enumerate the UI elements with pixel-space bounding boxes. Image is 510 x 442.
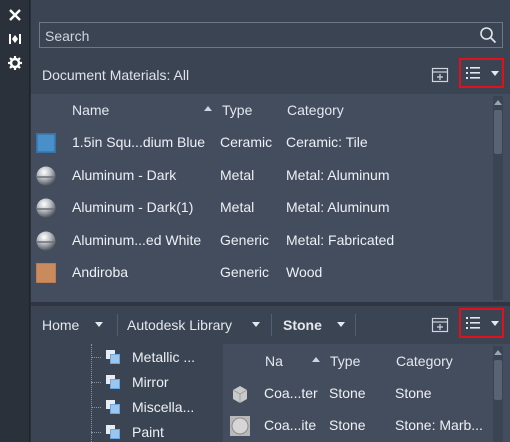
list-view-icon[interactable]	[465, 312, 487, 334]
tree-connector	[91, 382, 101, 383]
create-material-icon[interactable]	[429, 314, 451, 336]
breadcrumb-home[interactable]: Home	[42, 317, 79, 333]
material-name: Aluminum - Dark	[72, 166, 177, 183]
breadcrumb-library[interactable]: Autodesk Library	[127, 317, 232, 333]
scroll-up-icon[interactable]	[494, 100, 502, 105]
document-materials-header: Document Materials: All	[31, 58, 510, 92]
table-row[interactable]: Coa...ter Stone Stone	[223, 378, 491, 410]
material-type: Metal	[220, 166, 255, 183]
sort-ascending-icon	[312, 357, 320, 362]
material-category: Metal: Aluminum	[286, 199, 390, 215]
search-placeholder: Search	[45, 28, 90, 44]
chevron-down-icon[interactable]	[95, 322, 103, 327]
sort-ascending-icon	[204, 106, 212, 111]
material-category: Stone: Marb...	[395, 417, 483, 433]
folder-icon	[105, 424, 121, 440]
column-header-category[interactable]: Category	[396, 353, 453, 369]
material-category: Wood	[286, 264, 323, 280]
material-type: Generic	[220, 264, 270, 280]
tree-item-label: Metallic ...	[132, 349, 196, 365]
material-swatch-icon	[36, 166, 56, 186]
material-category: Ceramic: Tile	[286, 134, 368, 150]
tree-item[interactable]: Paint	[91, 421, 221, 442]
collapse-icon[interactable]	[7, 31, 23, 47]
folder-icon	[105, 374, 121, 390]
material-swatch-icon	[230, 384, 250, 404]
material-swatch-icon	[230, 416, 250, 436]
search-icon[interactable]	[479, 26, 497, 44]
table-row[interactable]: Aluminum - Dark Metal Metal: Aluminum	[31, 160, 491, 193]
settings-icon[interactable]	[7, 55, 23, 71]
chevron-down-icon[interactable]	[491, 71, 499, 76]
tree-item-label: Miscella...	[132, 399, 195, 415]
scroll-thumb[interactable]	[494, 110, 502, 154]
material-name: Coa...ite	[264, 417, 317, 433]
document-materials-table: Name Type Category 1.5in Squ...dium Blue…	[31, 94, 510, 302]
tree-item-label: Paint	[132, 424, 164, 440]
breadcrumb-divider	[117, 314, 118, 336]
scroll-up-icon[interactable]	[494, 350, 502, 355]
breadcrumb-divider	[355, 314, 356, 336]
library-scrollbar[interactable]	[493, 346, 503, 442]
library-tree: Metallic ... Mirror Miscella... Paint	[31, 344, 219, 442]
chevron-down-icon[interactable]	[252, 322, 260, 327]
material-name: Andiroba	[72, 264, 129, 280]
material-name: Aluminum...ed White	[72, 231, 202, 248]
table-row[interactable]: Coa...ite Stone Stone: Marb...	[223, 410, 491, 442]
library-breadcrumb-bar: Home Autodesk Library Stone	[31, 306, 510, 344]
chevron-down-icon[interactable]	[337, 322, 345, 327]
column-header-category[interactable]: Category	[287, 102, 344, 118]
table-row[interactable]: 1.5in Squ...dium Blue Ceramic Ceramic: Til…	[31, 127, 491, 160]
material-name: Coa...ter	[264, 385, 318, 401]
palette-strip	[0, 0, 30, 442]
table-header: Name Type Category	[31, 94, 491, 126]
column-header-name[interactable]: Na	[265, 353, 283, 369]
table-row[interactable]: Aluminum - Dark(1) Metal Metal: Aluminum	[31, 192, 491, 225]
material-swatch-icon	[36, 231, 56, 251]
document-materials-title: Document Materials: All	[42, 67, 190, 83]
column-header-name[interactable]: Name	[72, 102, 109, 118]
list-view-icon[interactable]	[465, 62, 487, 84]
material-type: Stone	[329, 385, 366, 401]
tree-item[interactable]: Metallic ...	[91, 346, 221, 368]
table-row[interactable]: Aluminum...ed White Generic Metal: Fabrica…	[31, 225, 491, 258]
tree-connector	[91, 357, 101, 358]
material-swatch-icon	[35, 262, 57, 284]
material-type: Ceramic	[220, 134, 273, 150]
tree-item[interactable]: Miscella...	[91, 396, 221, 418]
material-category: Stone	[395, 385, 432, 401]
material-type: Stone	[329, 417, 366, 433]
materials-browser-panel: Search Document Materials: All Name Type…	[31, 0, 510, 442]
table-row[interactable]: Andiroba Generic Wood	[31, 257, 491, 290]
material-category: Metal: Fabricated	[286, 231, 395, 248]
chevron-down-icon[interactable]	[491, 321, 499, 326]
breadcrumb-divider	[271, 314, 272, 336]
material-name: Aluminum - Dark(1)	[72, 199, 194, 215]
material-type: Generic	[220, 231, 270, 248]
column-header-type[interactable]: Type	[222, 102, 252, 118]
scroll-thumb[interactable]	[494, 360, 502, 400]
tree-connector	[91, 432, 101, 433]
document-scrollbar[interactable]	[493, 96, 503, 300]
material-swatch-icon	[36, 198, 56, 218]
create-material-icon[interactable]	[429, 64, 451, 86]
close-icon[interactable]	[7, 7, 23, 23]
folder-icon	[105, 349, 121, 365]
tree-item-label: Mirror	[132, 374, 169, 390]
library-materials-table: Na Type Category Coa...ter Stone Stone Coa.…	[223, 344, 510, 442]
column-header-type[interactable]: Type	[330, 353, 360, 369]
document-materials-rows: 1.5in Squ...dium Blue Ceramic Ceramic: Til…	[31, 127, 491, 290]
material-swatch-icon	[36, 133, 56, 153]
tree-item[interactable]: Mirror	[91, 371, 221, 393]
material-type: Metal	[220, 199, 255, 215]
search-input[interactable]: Search	[39, 22, 503, 48]
material-category: Metal: Aluminum	[286, 166, 390, 183]
material-name: 1.5in Squ...dium Blue	[72, 134, 206, 150]
folder-icon	[105, 399, 121, 415]
tree-connector	[91, 407, 101, 408]
breadcrumb-folder[interactable]: Stone	[283, 317, 322, 333]
